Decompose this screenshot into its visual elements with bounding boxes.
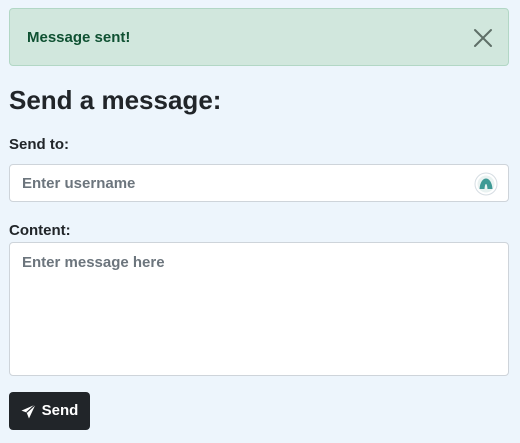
username-input[interactable] <box>10 165 508 201</box>
send-message-page: Message sent! Send a message: Send to: C… <box>0 0 520 443</box>
username-field-wrapper <box>9 164 509 202</box>
message-content-textarea[interactable] <box>9 242 509 376</box>
content-label: Content: <box>9 222 71 239</box>
password-manager-icon[interactable] <box>474 172 498 196</box>
success-alert: Message sent! <box>9 8 509 66</box>
alert-message: Message sent! <box>27 29 131 46</box>
send-button[interactable]: Send <box>9 392 90 430</box>
paper-plane-icon <box>21 403 36 419</box>
send-button-label: Send <box>41 402 79 419</box>
close-icon[interactable] <box>472 27 494 49</box>
page-title: Send a message: <box>9 85 222 115</box>
send-to-label: Send to: <box>9 136 69 153</box>
